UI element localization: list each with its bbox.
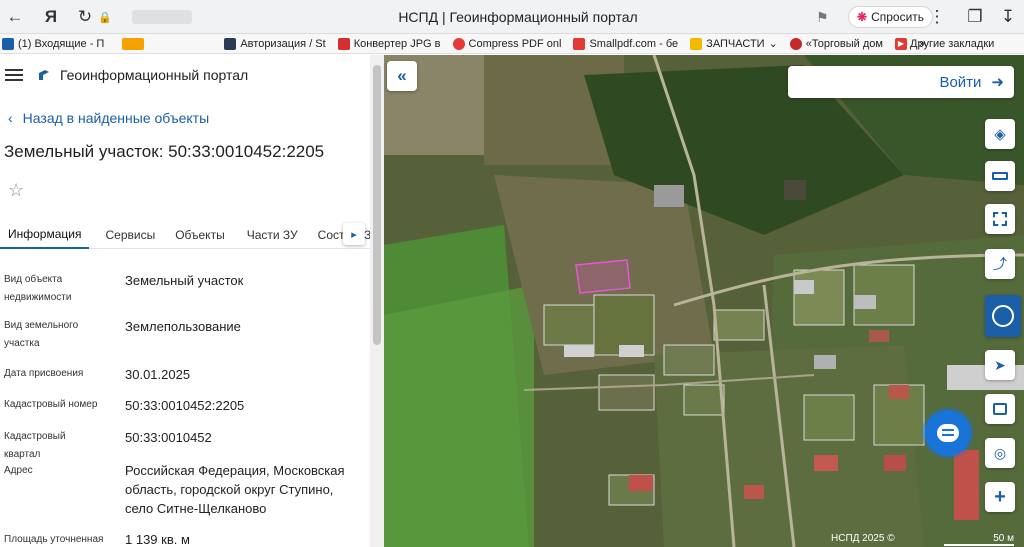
reload-icon[interactable]: ↻ xyxy=(70,2,100,32)
url-blurred xyxy=(131,10,192,24)
object-info-panel: Геоинформационный портал ‹ Назад в найде… xyxy=(0,55,384,547)
collapse-panel-button[interactable]: « xyxy=(387,61,417,91)
nspd-logo-icon xyxy=(992,305,1014,327)
browser-toolbar: ← Я ↻ 🔒 НСПД | Геоинформационный портал … xyxy=(0,0,1024,34)
bookmark-folder-parts[interactable]: ЗАПЧАСТИ ⌄ xyxy=(690,37,778,50)
bookmark-compress-pdf[interactable]: Compress PDF onl xyxy=(452,37,561,50)
menu-icon[interactable] xyxy=(5,66,23,84)
portal-name: Геоинформационный портал xyxy=(60,67,249,83)
other-bookmarks[interactable]: Другие закладки xyxy=(910,38,994,50)
panel-scrollbar[interactable] xyxy=(370,55,384,547)
print-icon xyxy=(993,403,1007,415)
layers-icon: ◈ xyxy=(994,126,1006,143)
tab-information[interactable]: Информация xyxy=(0,221,90,249)
select-area-icon xyxy=(993,212,1007,226)
yandex-icon[interactable]: Я xyxy=(36,2,66,32)
favorite-star-icon[interactable]: ☆ xyxy=(8,180,24,201)
login-button[interactable]: Войти ➜ xyxy=(939,73,1004,92)
tab-objects[interactable]: Объекты xyxy=(167,221,233,249)
bookmark-jpg-converter[interactable]: Конвертер JPG в xyxy=(337,37,441,50)
ask-label: Спросить xyxy=(871,10,925,24)
back-arrow-icon[interactable]: ← xyxy=(0,2,30,32)
selected-parcel-outline xyxy=(575,259,631,294)
info-tabs: Информация Сервисы Объекты Части ЗУ Сост… xyxy=(0,221,371,249)
page-title: НСПД | Геоинформационный портал xyxy=(398,9,638,25)
parcel-title: Земельный участок: 50:33:0010452:2205 xyxy=(4,142,325,161)
bookmark-inbox[interactable]: (1) Входящие - П xyxy=(2,37,104,50)
map-scale: 50 м xyxy=(944,533,1014,546)
tabs-next-button[interactable]: ▸ xyxy=(343,223,365,245)
zoom-in-button[interactable]: + xyxy=(985,482,1015,512)
satellite-map[interactable]: « Войти ➜ ◈ ⤴ ➤ ◎ + НСПД 2025 © 50 м xyxy=(384,55,1024,547)
dat-icon xyxy=(224,37,237,50)
downloads-icon[interactable]: ↧ xyxy=(993,2,1023,32)
print-button[interactable] xyxy=(985,394,1015,424)
ruler-icon xyxy=(992,172,1008,180)
tab-services[interactable]: Сервисы xyxy=(97,221,163,249)
tab-parcel-parts[interactable]: Части ЗУ xyxy=(239,221,306,249)
collections-icon[interactable]: ❐ xyxy=(960,2,990,32)
site-icon xyxy=(122,37,145,50)
share-icon: ⤴ xyxy=(993,256,1007,272)
bookmark-auth[interactable]: Авторизация / St xyxy=(224,37,326,50)
measure-button[interactable] xyxy=(985,161,1015,191)
alice-icon: ❋ xyxy=(857,10,868,24)
portal-header: Геоинформационный портал xyxy=(0,55,370,95)
double-chevron-left-icon: « xyxy=(397,66,407,85)
layers-button[interactable]: ◈ xyxy=(985,119,1015,149)
area-select-button[interactable] xyxy=(985,204,1015,234)
chevron-down-icon: ⌄ xyxy=(768,38,778,50)
zoom-in-icon: + xyxy=(994,485,1006,508)
address-bar[interactable]: 🔒 НСПД | Геоинформационный портал ⚑ xyxy=(98,6,838,28)
chevron-left-icon: ‹ xyxy=(8,110,13,126)
pdf-icon xyxy=(337,37,350,50)
bookmark-youtube[interactable]: ▶ xyxy=(894,37,907,50)
share-button[interactable]: ⤴ xyxy=(985,249,1015,279)
satellite-imagery xyxy=(384,55,1024,547)
chat-button[interactable] xyxy=(925,410,971,456)
login-bar: Войти ➜ xyxy=(788,66,1014,98)
heart-icon xyxy=(452,37,465,50)
site-icon xyxy=(789,37,802,50)
bookmarks-bar: (1) Входящие - П Авторизация / St Конвер… xyxy=(0,34,1024,54)
smallpdf-icon xyxy=(573,37,586,50)
locate-icon: ➤ xyxy=(994,356,1006,373)
bookmark-icon[interactable]: ⚑ xyxy=(816,9,829,26)
bookmark-favicon-only[interactable] xyxy=(122,37,145,50)
search-location-icon: ◎ xyxy=(993,444,1007,461)
scrollbar-thumb[interactable] xyxy=(373,65,381,345)
youtube-icon: ▶ xyxy=(894,37,907,50)
bookmark-trade-house[interactable]: «Торговый дом xyxy=(789,37,883,50)
ask-button[interactable]: ❋ Спросить xyxy=(848,6,934,28)
bookmark-smallpdf[interactable]: Smallpdf.com - бе xyxy=(573,37,678,50)
chat-icon xyxy=(937,424,959,442)
nspd-service-button[interactable] xyxy=(985,295,1021,337)
geolocate-button[interactable]: ➤ xyxy=(985,350,1015,380)
folder-icon xyxy=(690,37,703,50)
lock-icon: 🔒 xyxy=(98,11,112,24)
login-arrow-icon: ➜ xyxy=(991,74,1004,91)
menu-dots-icon[interactable]: ⋮ xyxy=(922,2,952,32)
map-copyright: НСПД 2025 © xyxy=(831,533,895,544)
search-location-button[interactable]: ◎ xyxy=(985,438,1015,468)
mail-icon xyxy=(2,37,14,50)
portal-logo-icon xyxy=(39,70,49,80)
back-to-results-link[interactable]: ‹ Назад в найденные объекты xyxy=(8,110,209,126)
